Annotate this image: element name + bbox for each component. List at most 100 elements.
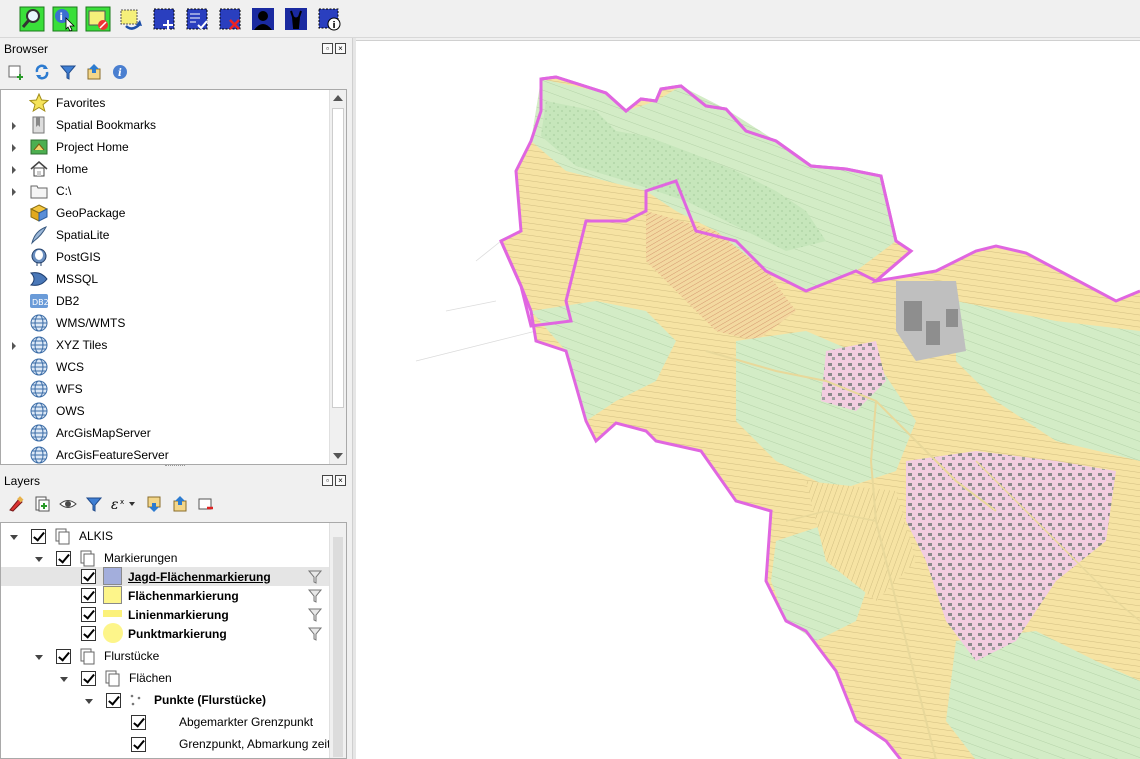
- layer-row[interactable]: Linienmarkierung: [1, 605, 329, 624]
- browser-scrollbar[interactable]: [329, 90, 346, 464]
- zoom-to-selection-icon[interactable]: [18, 5, 46, 33]
- browser-item[interactable]: Project Home: [1, 136, 331, 158]
- collapse-arrow-icon[interactable]: [84, 695, 94, 705]
- layer-visibility-checkbox[interactable]: [106, 692, 121, 708]
- collapse-arrow-icon[interactable]: [9, 531, 19, 541]
- layer-visibility-checkbox[interactable]: [56, 550, 71, 566]
- layer-visibility-checkbox[interactable]: [81, 569, 96, 584]
- deselect-features-icon[interactable]: [84, 5, 112, 33]
- layer-visibility-checkbox[interactable]: [81, 588, 96, 603]
- browser-item-label: PostGIS: [56, 250, 101, 264]
- browser-item[interactable]: PostGIS: [1, 246, 331, 268]
- layer-visibility-checkbox[interactable]: [131, 736, 146, 752]
- layer-label: ALKIS: [79, 529, 114, 543]
- user-icon[interactable]: [249, 5, 277, 33]
- expand-arrow-icon[interactable]: [9, 142, 19, 152]
- collapse-all-layers-icon[interactable]: [170, 494, 190, 514]
- browser-item[interactable]: MSSQL: [1, 268, 331, 290]
- collapse-all-icon[interactable]: [84, 62, 104, 82]
- collapse-arrow-icon[interactable]: [59, 673, 69, 683]
- add-to-selection-icon[interactable]: [150, 5, 178, 33]
- expand-all-icon[interactable]: [144, 494, 164, 514]
- layer-row[interactable]: Flächen: [1, 667, 329, 689]
- layer-row[interactable]: Jagd-Flächenmarkierung: [1, 567, 329, 586]
- add-group-icon[interactable]: [32, 494, 52, 514]
- layer-row[interactable]: ALKIS: [1, 525, 329, 547]
- layer-visibility-checkbox[interactable]: [81, 607, 96, 622]
- layer-row[interactable]: Flächenmarkierung: [1, 586, 329, 605]
- identify-features-icon[interactable]: i: [51, 5, 79, 33]
- layer-visibility-checkbox[interactable]: [31, 528, 46, 544]
- select-by-list-icon[interactable]: [183, 5, 211, 33]
- browser-item-label: ArcGisFeatureServer: [56, 448, 169, 462]
- area-info-icon[interactable]: i: [315, 5, 343, 33]
- filter-by-expression-icon[interactable]: εx: [110, 494, 138, 514]
- browser-item[interactable]: DB2 DB2: [1, 290, 331, 312]
- layers-scrollbar[interactable]: [329, 523, 346, 758]
- browser-item[interactable]: OWS: [1, 400, 331, 422]
- browser-item[interactable]: Home: [1, 158, 331, 180]
- map-canvas[interactable]: [356, 40, 1140, 759]
- browser-item[interactable]: SpatiaLite: [1, 224, 331, 246]
- remove-selection-icon[interactable]: [216, 5, 244, 33]
- expand-arrow-icon[interactable]: [9, 164, 19, 174]
- close-panel-icon[interactable]: ×: [335, 475, 346, 486]
- layer-filter-icon[interactable]: [307, 626, 323, 642]
- browser-item[interactable]: Favorites: [1, 92, 331, 114]
- expand-arrow-icon[interactable]: [9, 186, 19, 196]
- folder-icon: [29, 181, 49, 201]
- layer-visibility-checkbox[interactable]: [131, 714, 146, 730]
- layer-filter-icon[interactable]: [307, 588, 323, 604]
- browser-item[interactable]: WCS: [1, 356, 331, 378]
- browser-item-label: Spatial Bookmarks: [56, 118, 157, 132]
- db2-icon: DB2: [29, 291, 49, 311]
- browser-item[interactable]: ArcGisMapServer: [1, 422, 331, 444]
- float-panel-icon[interactable]: ▫: [322, 475, 333, 486]
- layer-row[interactable]: Punktmarkierung: [1, 623, 329, 643]
- collapse-arrow-icon[interactable]: [34, 553, 44, 563]
- project-home-icon: [29, 137, 49, 157]
- layer-row[interactable]: Abgemarkter Grenzpunkt: [1, 711, 329, 733]
- layer-row[interactable]: Markierungen: [1, 547, 329, 569]
- layer-filter-icon[interactable]: [307, 569, 323, 585]
- style-manager-icon[interactable]: [6, 494, 26, 514]
- layers-toolbar: εx: [6, 494, 216, 514]
- browser-item-label: Home: [56, 162, 89, 176]
- add-selected-layers-icon[interactable]: [6, 62, 26, 82]
- layer-filter-icon[interactable]: [307, 607, 323, 623]
- browser-item[interactable]: C:\: [1, 180, 331, 202]
- browser-item-label: XYZ Tiles: [56, 338, 108, 352]
- layer-row[interactable]: Grenzpunkt, Abmarkung zeit: [1, 733, 331, 755]
- cadastral-map[interactable]: [356, 41, 1140, 759]
- scroll-thumb[interactable]: [333, 537, 343, 757]
- browser-item[interactable]: WFS: [1, 378, 331, 400]
- layer-label: Grenzpunkt, Abmarkung zeit: [179, 737, 331, 751]
- globe-icon: [29, 379, 49, 399]
- remove-layer-icon[interactable]: [196, 494, 216, 514]
- layer-visibility-checkbox[interactable]: [81, 670, 96, 686]
- layer-row[interactable]: Punkte (Flurstücke): [1, 689, 329, 711]
- switch-selection-icon[interactable]: [117, 5, 145, 33]
- browser-item[interactable]: XYZ Tiles: [1, 334, 331, 356]
- browser-item[interactable]: ArcGisFeatureServer: [1, 444, 331, 464]
- spatialite-icon: [29, 225, 49, 245]
- browser-item[interactable]: WMS/WMTS: [1, 312, 331, 334]
- hunting-icon[interactable]: [282, 5, 310, 33]
- expand-arrow-icon[interactable]: [9, 340, 19, 350]
- filter-legend-icon[interactable]: [84, 494, 104, 514]
- manage-visibility-icon[interactable]: [58, 494, 78, 514]
- panel-splitter-grip[interactable]: [165, 465, 185, 468]
- refresh-icon[interactable]: [32, 62, 52, 82]
- filter-icon[interactable]: [58, 62, 78, 82]
- close-panel-icon[interactable]: ×: [335, 43, 346, 54]
- layer-visibility-checkbox[interactable]: [81, 626, 96, 641]
- scroll-thumb[interactable]: [332, 108, 344, 408]
- float-panel-icon[interactable]: ▫: [322, 43, 333, 54]
- layer-visibility-checkbox[interactable]: [56, 648, 71, 664]
- layer-row[interactable]: Flurstücke: [1, 645, 329, 667]
- collapse-arrow-icon[interactable]: [34, 651, 44, 661]
- expand-arrow-icon[interactable]: [9, 120, 19, 130]
- browser-item[interactable]: GeoPackage: [1, 202, 331, 224]
- info-icon[interactable]: i: [110, 62, 130, 82]
- browser-item[interactable]: Spatial Bookmarks: [1, 114, 331, 136]
